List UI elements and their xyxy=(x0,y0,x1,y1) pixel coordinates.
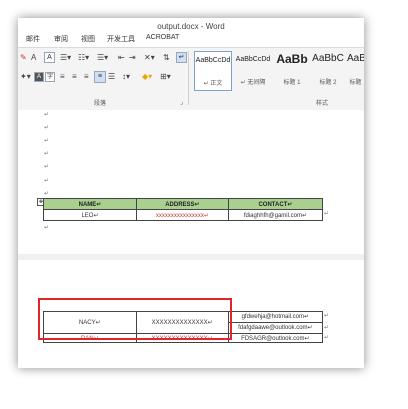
group-divider xyxy=(188,51,189,105)
paragraph-mark: ↵ xyxy=(324,211,330,217)
tab-developer[interactable]: 开发工具 xyxy=(107,34,135,44)
justify-icon[interactable]: ≡ xyxy=(94,71,106,83)
chinese-layout-icon[interactable]: ✕▾ xyxy=(144,53,155,63)
table-cell[interactable]: fdiaghhfh@gamil.com↵ xyxy=(227,209,324,221)
paragraph-mark: ↵ xyxy=(44,178,50,184)
contact-line: fdafgdaawe@outlook.com↵ xyxy=(238,325,313,331)
tab-acrobat[interactable]: ACROBAT xyxy=(146,34,179,41)
paragraph-mark: ↵ xyxy=(44,191,50,197)
style-heading-1[interactable]: AaBb 标题 1 xyxy=(275,51,309,89)
ribbon: ✎ A A ☰▾ ☷▾ ☰▾ ⇤ ⇥ ✕▾ ⇅ ↵ ✦▾ A 字 ≡ ≡ ≡ ≡… xyxy=(18,47,364,111)
paragraph-mark: ↵ xyxy=(44,125,50,131)
paragraph-mark: ↵ xyxy=(44,164,50,170)
distributed-icon[interactable]: ☰ xyxy=(108,72,115,82)
word-window: output.docx - Word 邮件 审阅 视图 开发工具 ACROBAT… xyxy=(18,18,364,368)
increase-indent-icon[interactable]: ⇥ xyxy=(129,53,136,63)
style-title[interactable]: AaBb 标题 xyxy=(347,51,364,89)
style-normal[interactable]: AaBbCcDd ↵ 正文 xyxy=(194,51,232,91)
clear-format-icon[interactable]: ✦▾ xyxy=(20,72,31,82)
table-cell[interactable]: LEO↵ xyxy=(43,209,137,221)
header-cell-contact[interactable]: CONTACT↵ xyxy=(227,198,324,210)
align-left-icon[interactable]: ≡ xyxy=(60,72,65,82)
window-title: output.docx - Word xyxy=(18,18,364,36)
paragraph-mark: ↵ xyxy=(324,335,330,341)
table-header-row: NAME↵ ADDRESS↵ CONTACT↵ xyxy=(43,198,324,210)
char-shading-icon[interactable]: A xyxy=(34,72,44,82)
pen-icon[interactable]: ✎ xyxy=(20,53,27,63)
table-1: NAME↵ ADDRESS↵ CONTACT↵ LEO↵ xxxxxxxxxxx… xyxy=(43,198,324,221)
highlight-rectangle xyxy=(38,298,232,340)
decrease-indent-icon[interactable]: ⇤ xyxy=(118,53,125,63)
paragraph-mark: ↵ xyxy=(44,112,50,118)
page-2: NACY↵ XXXXXXXXXXXXXX↵ gfdwehja@hotmail.c… xyxy=(18,260,364,368)
sort-icon[interactable]: ⇅ xyxy=(163,53,170,63)
borders-icon[interactable]: ⊞▾ xyxy=(160,72,171,82)
style-no-spacing[interactable]: AaBbCcDd ↵ 无间隔 xyxy=(233,51,273,89)
align-right-icon[interactable]: ≡ xyxy=(84,72,89,82)
table-cell[interactable]: xxxxxxxxxxxxxxxx↵ xyxy=(135,209,229,221)
paragraph-mark: ↵ xyxy=(324,325,330,331)
contact-line: gfdwehja@hotmail.com↵ xyxy=(228,312,322,323)
numbering-icon[interactable]: ☷▾ xyxy=(78,53,89,63)
page-1: ↵ ↵ ↵ ↵ ↵ ↵ ↵ ✥ NAME↵ ADDRESS↵ CONTACT↵ … xyxy=(18,110,364,254)
multilevel-list-icon[interactable]: ☰▾ xyxy=(97,53,108,63)
document-area: ↵ ↵ ↵ ↵ ↵ ↵ ↵ ✥ NAME↵ ADDRESS↵ CONTACT↵ … xyxy=(18,110,364,368)
paragraph-mark: ↵ xyxy=(324,313,330,319)
bullets-icon[interactable]: ☰▾ xyxy=(60,53,71,63)
tab-review[interactable]: 审阅 xyxy=(54,34,68,44)
tab-mailings[interactable]: 邮件 xyxy=(26,34,40,44)
paragraph-dialog-launcher-icon[interactable]: ⌟ xyxy=(180,98,183,108)
table-cell[interactable]: FDSAGR@outlook.com↵ xyxy=(227,333,324,343)
table-row: LEO↵ xxxxxxxxxxxxxxxx↵ fdiaghhfh@gamil.c… xyxy=(43,209,324,221)
char-border-icon[interactable]: A xyxy=(44,52,55,63)
align-center-icon[interactable]: ≡ xyxy=(72,72,77,82)
enclose-char-icon[interactable]: 字 xyxy=(45,72,55,82)
paragraph-mark: ↵ xyxy=(44,138,50,144)
shading-icon[interactable]: ◆▾ xyxy=(142,72,152,82)
group-label-styles: 样式 xyxy=(316,101,329,107)
table-cell-contact[interactable]: gfdwehja@hotmail.com↵ fdafgdaawe@outlook… xyxy=(227,311,324,334)
paragraph-mark: ↵ xyxy=(44,151,50,157)
header-cell-name[interactable]: NAME↵ xyxy=(43,198,137,210)
font-color-icon[interactable]: A xyxy=(31,53,36,63)
group-label-paragraph: 段落 xyxy=(94,101,107,107)
paragraph-mark: ↵ xyxy=(44,225,50,231)
show-marks-icon[interactable]: ↵ xyxy=(176,52,187,63)
header-cell-address[interactable]: ADDRESS↵ xyxy=(135,198,229,210)
styles-gallery: AaBbCcDd ↵ 正文 AaBbCcDd ↵ 无间隔 AaBb 标题 1 A… xyxy=(190,51,364,91)
line-spacing-icon[interactable]: ↕▾ xyxy=(122,72,130,82)
tab-view[interactable]: 视图 xyxy=(81,34,95,44)
style-heading-2[interactable]: AaBbC 标题 2 xyxy=(311,51,345,89)
